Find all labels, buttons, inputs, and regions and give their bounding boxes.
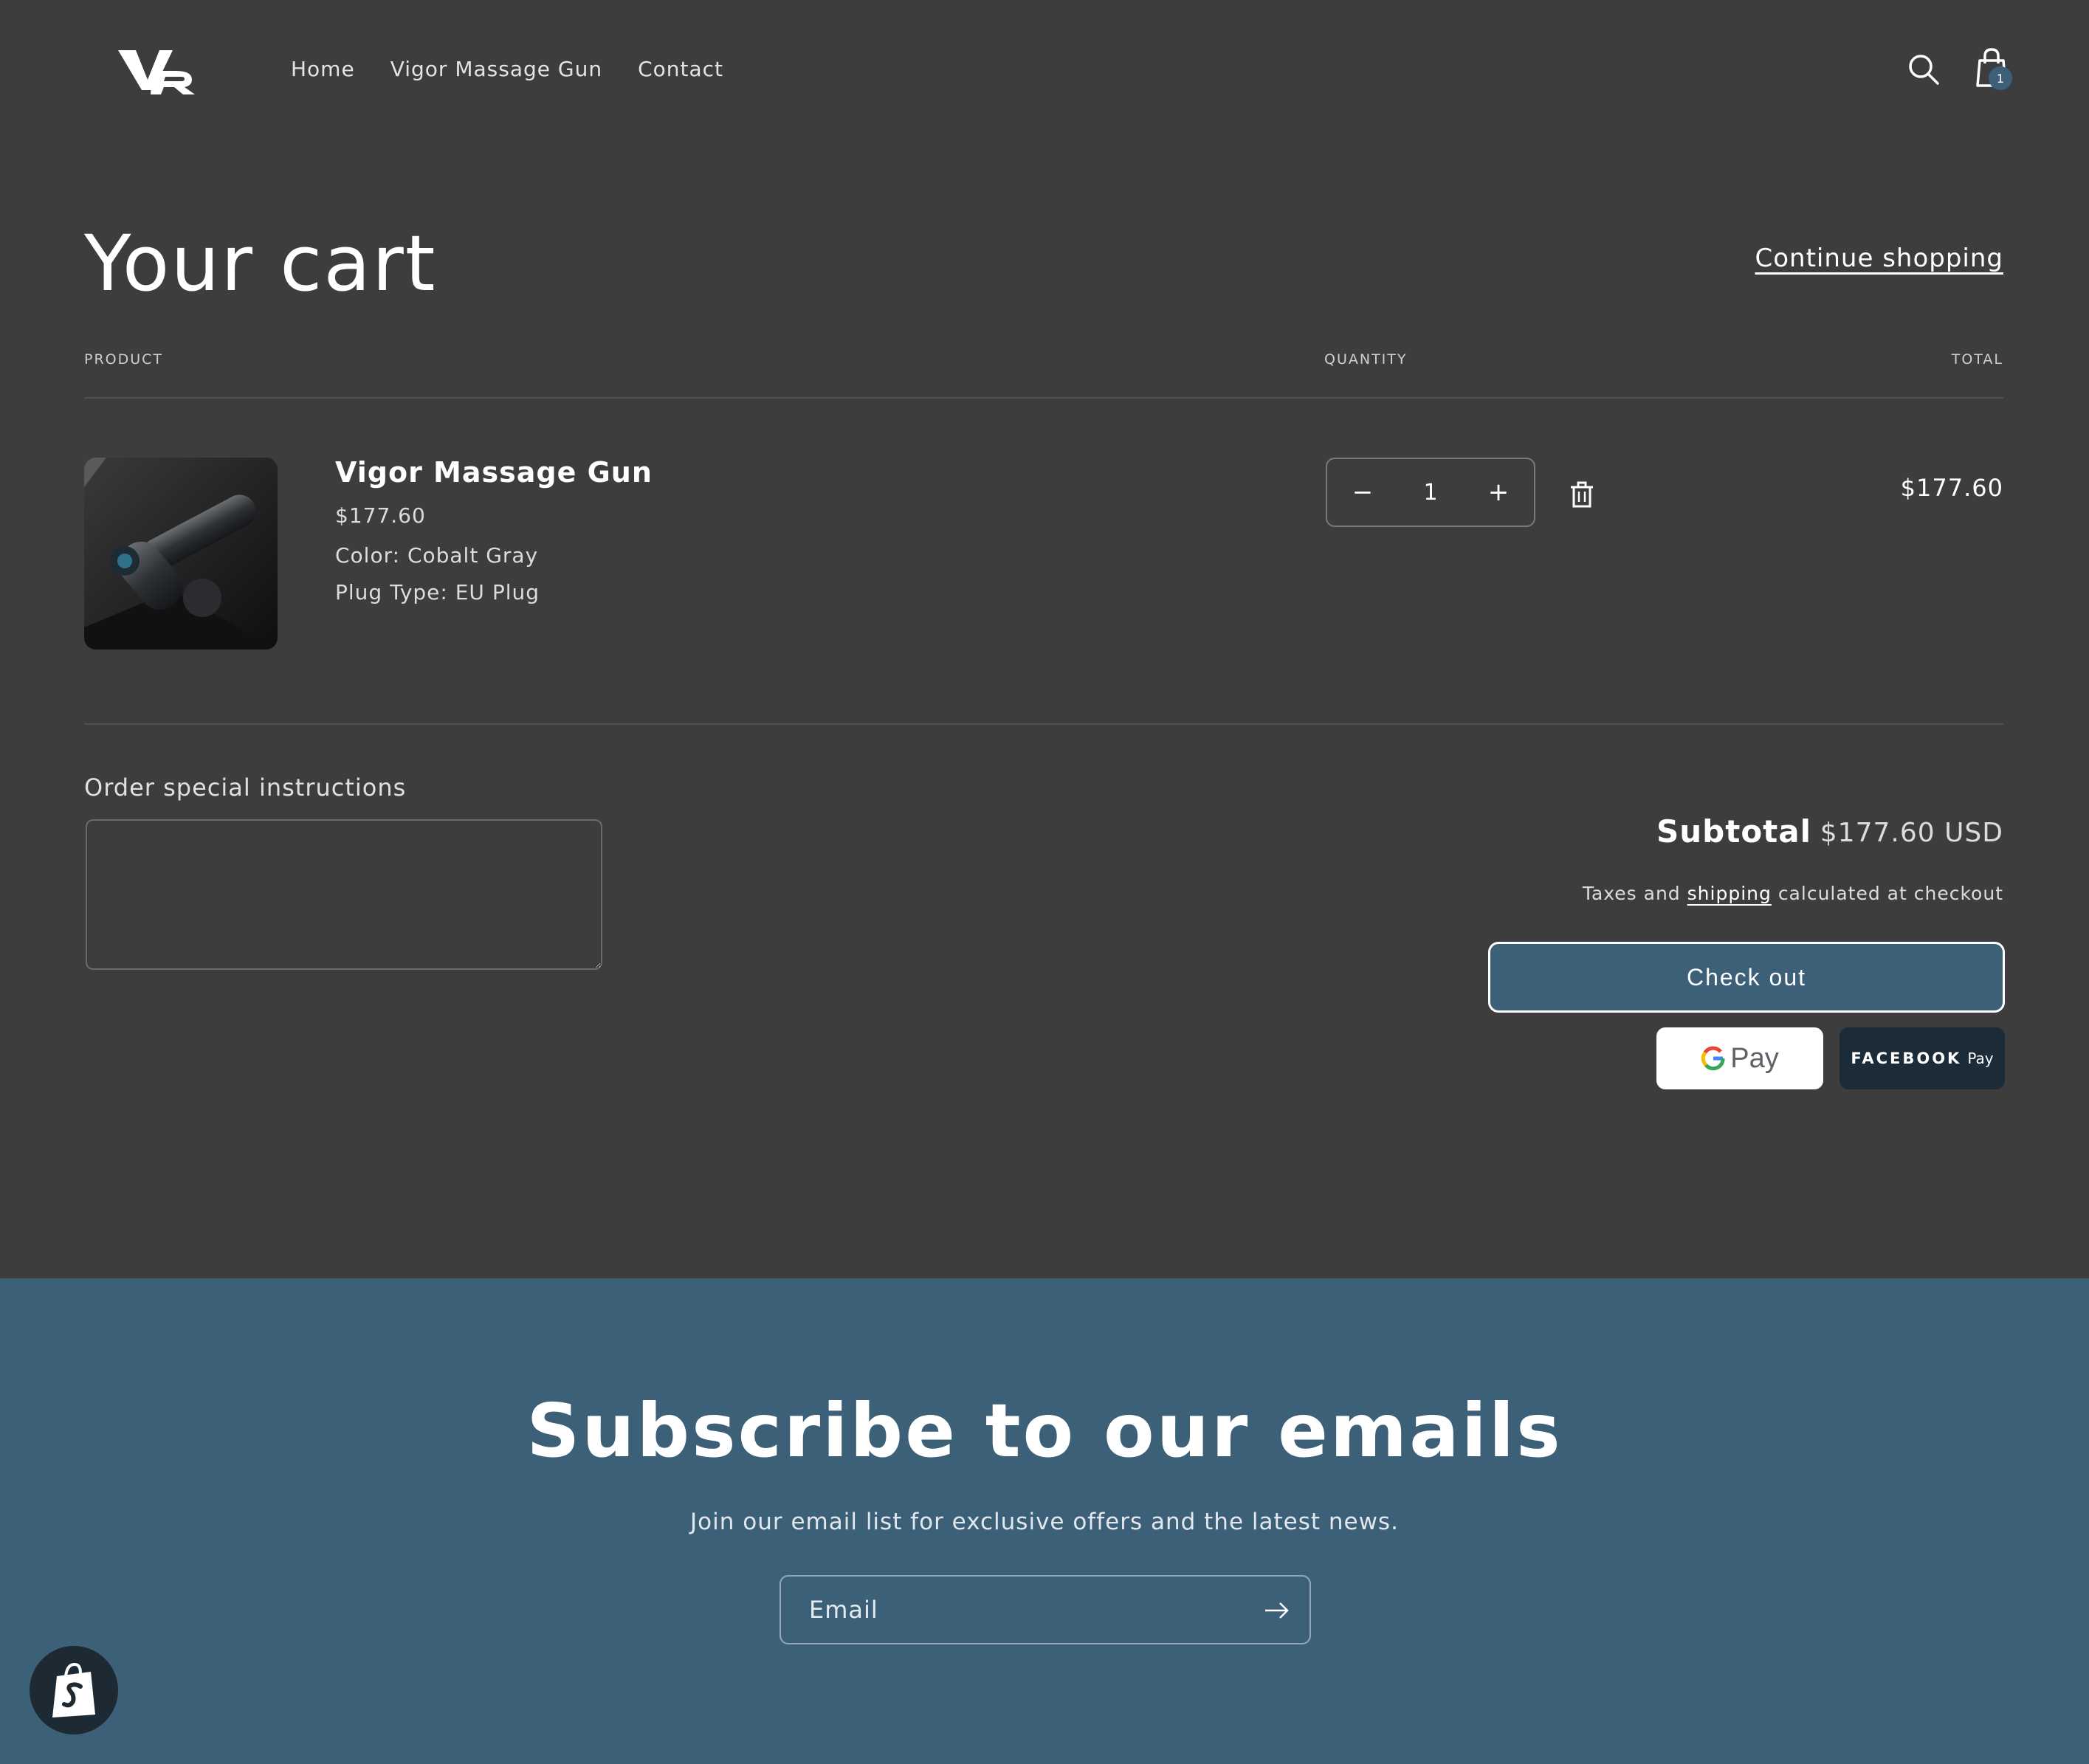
continue-shopping-link[interactable]: Continue shopping: [1755, 244, 2004, 273]
instructions-label: Order special instructions: [84, 774, 407, 802]
tax-note-suffix: calculated at checkout: [1777, 883, 2003, 904]
massage-gun-image: [84, 458, 278, 650]
google-g-icon: [1701, 1046, 1725, 1071]
decrease-quantity-button[interactable]: −: [1348, 480, 1377, 505]
increase-quantity-button[interactable]: +: [1484, 480, 1513, 505]
subscribe-button[interactable]: [1262, 1597, 1292, 1624]
newsletter-subtitle: Join our email list for exclusive offers…: [690, 1509, 1399, 1535]
trash-icon: [1571, 481, 1593, 508]
facebook-pay-label: Pay: [1967, 1050, 1994, 1067]
email-input[interactable]: [809, 1577, 1222, 1643]
shopify-bag-icon: [52, 1662, 95, 1718]
column-header-product: PRODUCT: [84, 351, 164, 368]
arrow-right-icon: [1265, 1602, 1289, 1619]
subtotal-label: Subtotal: [1656, 813, 1811, 850]
shopify-chat-button[interactable]: [30, 1646, 118, 1734]
header-divider: [84, 397, 2003, 399]
search-button[interactable]: [1904, 50, 1943, 89]
search-icon: [1909, 55, 1939, 85]
cart-page: Home Vigor Massage Gun Contact 1 Your ca…: [0, 0, 2089, 1764]
site-header: Home Vigor Massage Gun Contact 1: [0, 0, 2089, 140]
tax-note-prefix: Taxes and: [1582, 883, 1681, 904]
checkout-button[interactable]: Check out: [1488, 942, 2005, 1013]
nav-contact[interactable]: Contact: [638, 55, 723, 84]
nav-vigor-massage-gun[interactable]: Vigor Massage Gun: [390, 55, 602, 84]
quantity-input[interactable]: [1401, 479, 1460, 506]
facebook-pay-button[interactable]: FACEBOOK Pay: [1840, 1027, 2005, 1089]
product-unit-price: $177.60: [335, 503, 426, 528]
cart-button[interactable]: 1: [1969, 44, 2014, 92]
google-pay-label: Pay: [1730, 1042, 1779, 1074]
column-header-quantity: QUANTITY: [1324, 351, 1408, 368]
product-option-plug: Plug Type: EU Plug: [335, 580, 540, 604]
facebook-pay-brand: FACEBOOK: [1851, 1050, 1962, 1067]
remove-item-button[interactable]: [1568, 480, 1596, 509]
vr-logo-icon: [118, 50, 195, 94]
product-option-color: Color: Cobalt Gray: [335, 543, 539, 568]
subtotal-value: $177.60 USD: [1820, 818, 2003, 848]
store-logo[interactable]: [118, 46, 198, 96]
quantity-stepper: − +: [1326, 458, 1535, 527]
newsletter-title: Subscribe to our emails: [526, 1388, 1563, 1474]
product-name[interactable]: Vigor Massage Gun: [335, 456, 653, 489]
google-pay-button[interactable]: Pay: [1656, 1027, 1823, 1089]
cart-count-badge: 1: [1989, 66, 2012, 90]
shipping-link[interactable]: shipping: [1687, 883, 1772, 904]
item-divider: [84, 723, 2003, 725]
column-header-total: TOTAL: [1951, 351, 2003, 368]
product-image[interactable]: [84, 458, 278, 650]
nav-home[interactable]: Home: [291, 55, 355, 84]
email-form: [779, 1575, 1311, 1644]
page-title: Your cart: [84, 218, 437, 309]
tax-note: Taxes and shipping calculated at checkou…: [1583, 883, 2003, 904]
special-instructions-field[interactable]: [86, 819, 602, 970]
line-item-total: $177.60: [1900, 474, 2003, 502]
main-nav: Home Vigor Massage Gun Contact: [291, 55, 723, 84]
newsletter-section: Subscribe to our emails Join our email l…: [0, 1278, 2089, 1764]
